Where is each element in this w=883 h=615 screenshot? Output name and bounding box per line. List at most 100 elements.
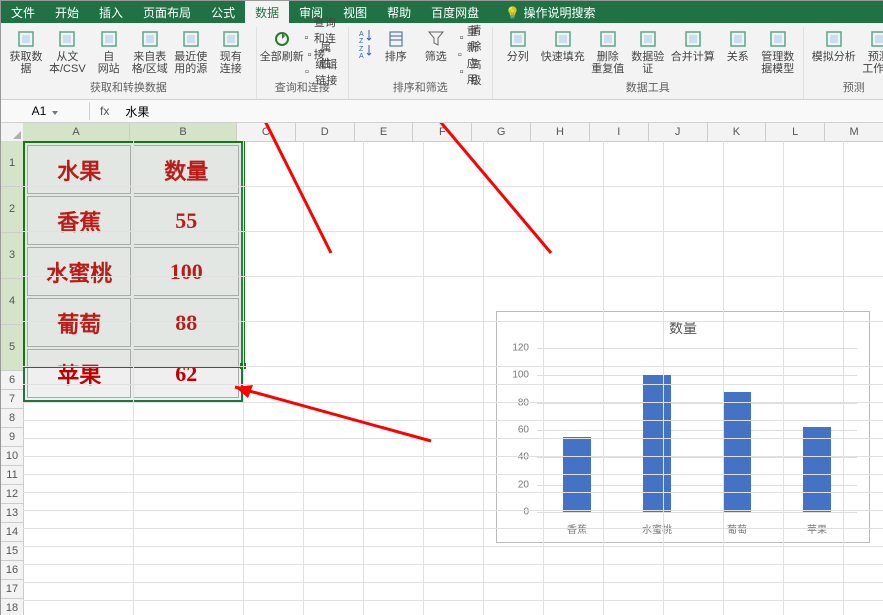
datatool-btn-1-icon bbox=[553, 29, 573, 49]
link-icon: ▫ bbox=[303, 65, 311, 79]
table-cell[interactable]: 100 bbox=[133, 247, 239, 296]
row-header[interactable]: 11 bbox=[1, 466, 23, 485]
datatool-btn-5[interactable]: 关系 bbox=[719, 27, 757, 73]
menu-tab-1[interactable]: 开始 bbox=[45, 1, 89, 23]
getdata-btn-2-icon bbox=[99, 29, 119, 49]
col-header[interactable]: J bbox=[649, 123, 708, 141]
row-header[interactable]: 4 bbox=[1, 279, 23, 325]
row-header[interactable]: 18 bbox=[1, 599, 23, 615]
query-item-2[interactable]: ▫编辑链接 bbox=[303, 63, 342, 80]
datatool-btn-4[interactable]: 合并计算 bbox=[669, 27, 717, 73]
row-header[interactable]: 14 bbox=[1, 523, 23, 542]
refresh-all-button[interactable]: 全部刷新 bbox=[263, 27, 301, 73]
row-header[interactable]: 8 bbox=[1, 409, 23, 428]
datatool-btn-0[interactable]: 分列 bbox=[499, 27, 537, 73]
ribbon-group-forecast: 模拟分析预测 工作表 预测 bbox=[804, 27, 883, 99]
row-header[interactable]: 17 bbox=[1, 580, 23, 599]
name-box[interactable]: A1 bbox=[1, 102, 90, 120]
sort-asc-button[interactable]: AZ bbox=[355, 29, 375, 43]
table-cell[interactable]: 88 bbox=[133, 298, 239, 347]
getdata-btn-2[interactable]: 自 网站 bbox=[90, 27, 128, 75]
row-header[interactable]: 6 bbox=[1, 371, 23, 390]
datatool-btn-2-icon bbox=[598, 29, 618, 49]
col-header[interactable]: A bbox=[23, 123, 130, 141]
fx-label: fx bbox=[90, 104, 119, 118]
svg-text:A: A bbox=[359, 31, 364, 38]
row-header[interactable]: 12 bbox=[1, 485, 23, 504]
row-header[interactable]: 15 bbox=[1, 542, 23, 561]
getdata-btn-3-icon bbox=[140, 29, 160, 49]
table-cell[interactable]: 葡萄 bbox=[27, 298, 131, 347]
col-header[interactable]: E bbox=[355, 123, 414, 141]
y-tick: 100 bbox=[512, 370, 529, 381]
embedded-chart[interactable]: 数量 020406080100120 香蕉水蜜桃葡萄苹果 bbox=[496, 311, 870, 543]
menu-tab-9[interactable]: 百度网盘 bbox=[421, 1, 489, 23]
getdata-btn-4[interactable]: 最近使 用的源 bbox=[172, 27, 210, 75]
menu-tab-5[interactable]: 数据 bbox=[245, 1, 289, 23]
datatool-btn-5-icon bbox=[728, 29, 748, 49]
lightbulb-icon: 💡 bbox=[505, 6, 520, 20]
col-header[interactable]: C bbox=[237, 123, 296, 141]
chart-bar[interactable] bbox=[803, 427, 831, 512]
menu-tab-2[interactable]: 插入 bbox=[89, 1, 133, 23]
getdata-btn-5[interactable]: 现有 连接 bbox=[212, 27, 250, 75]
col-header[interactable]: M bbox=[825, 123, 883, 141]
y-tick: 0 bbox=[523, 507, 529, 518]
col-header[interactable]: L bbox=[766, 123, 825, 141]
col-header[interactable]: B bbox=[130, 123, 237, 141]
forecast-btn-0[interactable]: 模拟分析 bbox=[810, 27, 858, 73]
sort-desc-button[interactable]: ZA bbox=[355, 44, 375, 58]
row-header[interactable]: 13 bbox=[1, 504, 23, 523]
group-label: 预测 bbox=[843, 79, 865, 95]
sort-button[interactable]: 排序 bbox=[377, 27, 415, 73]
forecast-btn-1[interactable]: 预测 工作表 bbox=[860, 27, 883, 75]
svg-text:A: A bbox=[359, 53, 364, 59]
ribbon-group-sortfilter: AZ ZA 排序 筛选 ▫清除▫重新应用▫高级 排序和筛选 bbox=[349, 27, 493, 99]
row-header[interactable]: 10 bbox=[1, 447, 23, 466]
y-tick: 20 bbox=[518, 479, 529, 490]
chart-bar[interactable] bbox=[723, 392, 751, 512]
datatool-btn-2[interactable]: 删除 重复值 bbox=[589, 27, 627, 75]
worksheet-grid[interactable]: ABCDEFGHIJKLM 12345678910111213141516171… bbox=[1, 123, 883, 615]
table-cell[interactable]: 水蜜桃 bbox=[27, 247, 131, 296]
getdata-btn-1[interactable]: 从文 本/CSV bbox=[47, 27, 88, 75]
table-cell[interactable]: 62 bbox=[133, 349, 239, 398]
col-header[interactable]: D bbox=[296, 123, 355, 141]
menu-tab-8[interactable]: 帮助 bbox=[377, 1, 421, 23]
menu-tab-4[interactable]: 公式 bbox=[201, 1, 245, 23]
ribbon-group-datatools: 分列快速填充删除 重复值数据验 证合并计算关系管理数 据模型 数据工具 bbox=[493, 27, 804, 99]
col-header[interactable]: G bbox=[472, 123, 531, 141]
datatool-btn-3[interactable]: 数据验 证 bbox=[629, 27, 667, 75]
menu-tab-0[interactable]: 文件 bbox=[1, 1, 45, 23]
group-label: 排序和筛选 bbox=[393, 79, 448, 95]
row-header[interactable]: 5 bbox=[1, 325, 23, 371]
datatool-btn-6[interactable]: 管理数 据模型 bbox=[759, 27, 797, 75]
row-header[interactable]: 16 bbox=[1, 561, 23, 580]
ribbon-group-queries: 全部刷新 ▫查询和连接▫属性▫编辑链接 查询和连接 bbox=[257, 27, 349, 99]
filter-opt-2[interactable]: ▫高级 bbox=[457, 63, 486, 80]
row-header[interactable]: 9 bbox=[1, 428, 23, 447]
datatool-btn-1[interactable]: 快速填充 bbox=[539, 27, 587, 73]
row-header[interactable]: 1 bbox=[1, 141, 23, 187]
menu-tab-3[interactable]: 页面布局 bbox=[133, 1, 201, 23]
sort-icon bbox=[386, 29, 406, 49]
filter-button[interactable]: 筛选 bbox=[417, 27, 455, 73]
table-cell[interactable]: 苹果 bbox=[27, 349, 131, 398]
table-cell[interactable]: 55 bbox=[133, 196, 239, 245]
row-header[interactable]: 3 bbox=[1, 233, 23, 279]
table-cell[interactable]: 香蕉 bbox=[27, 196, 131, 245]
formula-input[interactable]: 水果 bbox=[119, 103, 883, 120]
row-header[interactable]: 2 bbox=[1, 187, 23, 233]
tell-me[interactable]: 💡 操作说明搜索 bbox=[489, 1, 605, 23]
col-header[interactable]: F bbox=[413, 123, 472, 141]
datatool-btn-3-icon bbox=[638, 29, 658, 49]
col-header[interactable]: H bbox=[531, 123, 590, 141]
row-header[interactable]: 7 bbox=[1, 390, 23, 409]
forecast-btn-1-icon bbox=[869, 29, 883, 49]
forecast-btn-0-icon bbox=[824, 29, 844, 49]
select-all-corner[interactable] bbox=[1, 123, 24, 142]
col-header[interactable]: I bbox=[590, 123, 649, 141]
col-header[interactable]: K bbox=[708, 123, 767, 141]
getdata-btn-3[interactable]: 来自表 格/区域 bbox=[130, 27, 170, 75]
getdata-btn-0[interactable]: 获取数 据 bbox=[7, 27, 45, 75]
